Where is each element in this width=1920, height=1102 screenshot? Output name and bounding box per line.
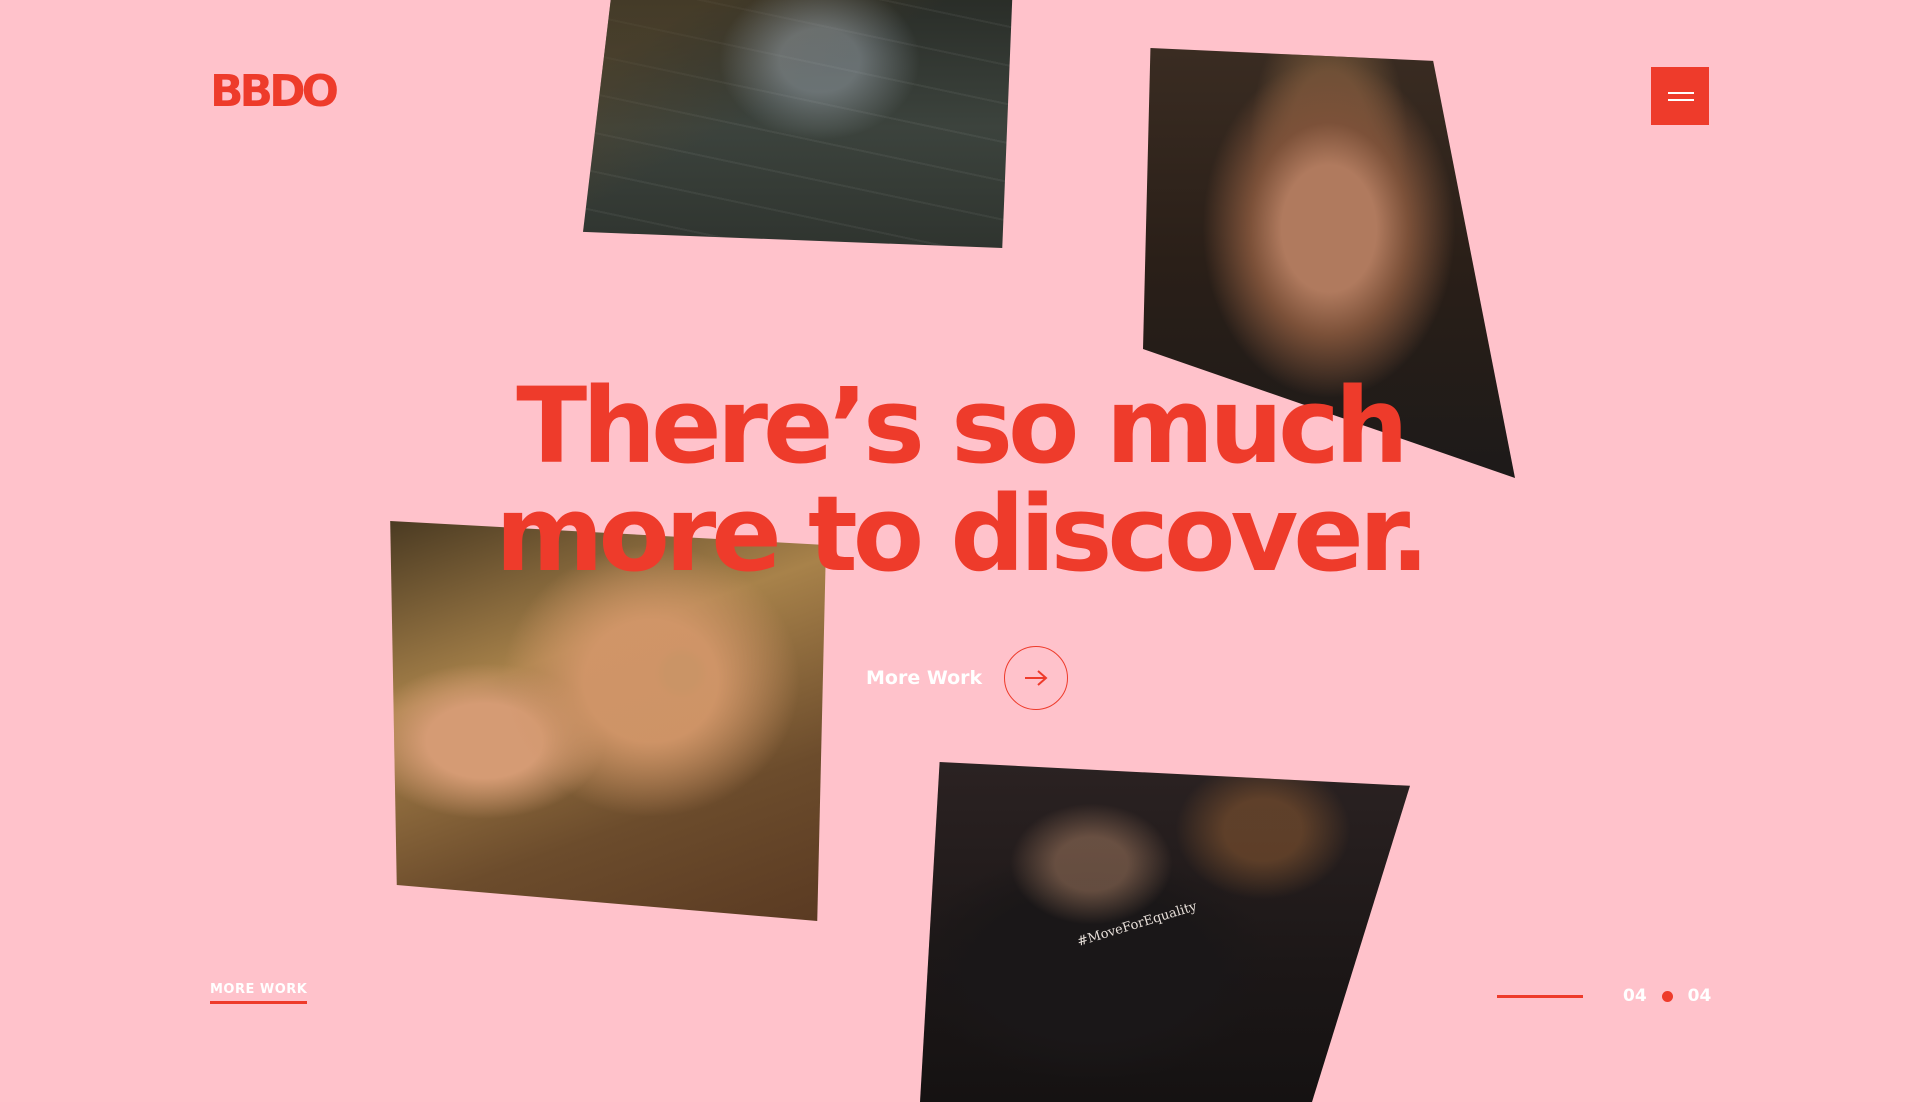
gym-image-fill [920,762,1410,1102]
work-image-gym[interactable]: #MoveForEquality [920,762,1410,1102]
work-image-knight[interactable] [583,0,1013,248]
hamburger-icon [1668,92,1694,94]
pager-dot [1661,990,1673,1002]
arrow-circle [1004,646,1069,710]
pager-total: 04 [1687,986,1712,1006]
more-work-button[interactable]: More Work [866,646,1069,710]
hero-headline-line-1: There’s so much [516,365,1409,487]
footer-more-work-link[interactable]: MORE WORK [210,982,308,1004]
slide-pager: 04 04 [1497,984,1711,1008]
bbdo-logo[interactable]: BBDO [210,70,339,114]
pager-current: 04 [1623,986,1647,1006]
knight-image-fill [583,0,1013,248]
hero-headline: There’s so much more to discover. [0,372,1920,588]
more-work-label: More Work [866,667,983,689]
hero-headline-line-2: more to discover. [495,473,1430,595]
arrow-right-icon [1025,670,1048,686]
hamburger-icon-line [1668,99,1694,101]
pager-progress-line [1497,994,1583,998]
menu-button[interactable] [1651,67,1709,125]
